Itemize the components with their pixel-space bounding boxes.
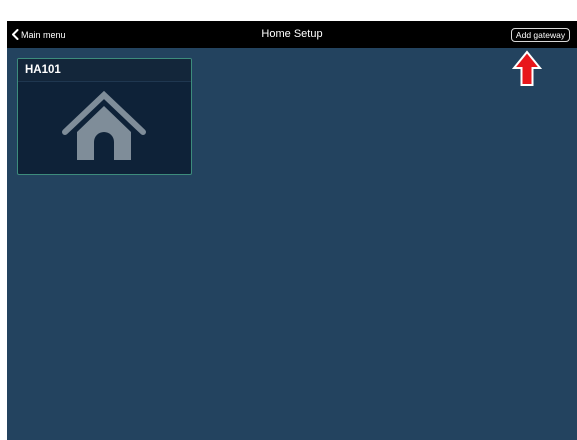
navigation-bar: Main menu Home Setup Add gateway [7, 21, 577, 48]
gateway-name: HA101 [25, 64, 61, 76]
page-title: Home Setup [261, 28, 323, 40]
gateway-tile[interactable]: HA101 [17, 58, 192, 175]
gateway-tile-header: HA101 [18, 59, 191, 82]
home-icon [62, 90, 146, 170]
home-setup-screen: Main menu Home Setup Add gateway HA101 [7, 21, 577, 440]
arrow-up-icon [511, 50, 543, 93]
add-gateway-button[interactable]: Add gateway [511, 28, 570, 42]
